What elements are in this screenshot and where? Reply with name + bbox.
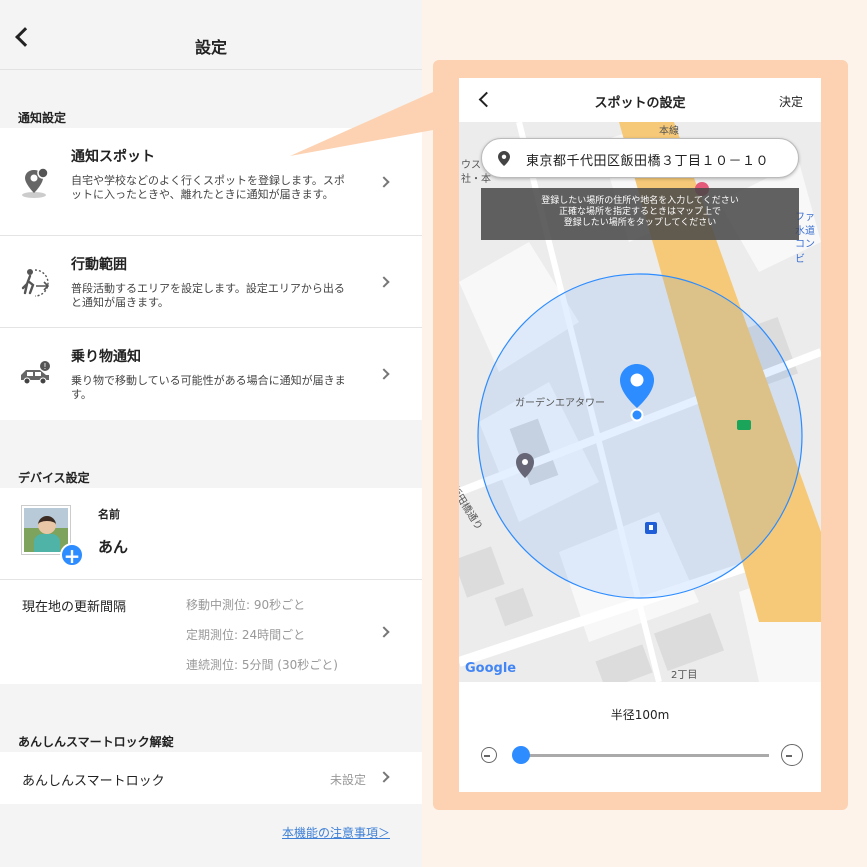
notification-card: 通知スポット 自宅や学校などのよく行くスポットを登録します。スポットに入ったとき… [0,128,422,420]
update-interval-label: 現在地の更新間隔 [22,600,127,615]
vehicle-notify-desc: 乗り物で移動している可能性がある場合に通知が届きます。 [71,374,346,401]
settings-panel: 設定 通知設定 通知スポット 自宅や学校などのよく行くスポットを登録します。スポ… [0,0,422,867]
add-photo-icon[interactable]: + [60,543,84,567]
chevron-right-icon [378,771,390,783]
action-range-desc: 普段活動するエリアを設定します。設定エリアから出ると通知が届きます。 [71,282,345,309]
radius-slider-track[interactable] [513,754,769,757]
notify-spot-row[interactable]: 通知スポット 自宅や学校などのよく行くスポットを登録します。スポットに入ったとき… [0,128,422,236]
page-title: 設定 [194,38,227,57]
notify-spot-title: 通知スポット [71,149,155,165]
radius-slider-knob[interactable] [512,746,530,764]
smartlock-card: あんしんスマートロック 未設定 [0,752,422,804]
google-logo: Google [465,661,517,676]
update-continuous-value: 連続測位: 5分間 (30秒ごと) [186,658,338,672]
spot-setting-screen: スポットの設定 決定 ガーデンエアタワー 飯田橋通り 2丁目 ファ 水道 コンビ… [459,78,821,792]
device-name: あん [98,538,129,556]
map-view[interactable]: ガーデンエアタワー 飯田橋通り 2丁目 ファ 水道 コンビ ウス 社・本 本線 … [459,122,821,682]
smartlock-status: 未設定 [329,773,366,787]
chevron-right-icon [378,176,390,188]
action-range-row[interactable]: 行動範囲 普段活動するエリアを設定します。設定エリアから出ると通知が届きます。 [0,236,422,328]
update-interval-row[interactable]: 現在地の更新間隔 移動中測位: 90秒ごと 定期測位: 24時間ごと 連続測位:… [0,580,422,684]
section-header-smartlock: あんしんスマートロック解錠 [18,735,174,749]
map-label-poi-4: ウス [461,160,481,171]
address-search-input[interactable]: 東京都千代田区飯田橋３丁目１０－１０ [481,138,799,178]
chevron-right-icon [378,368,390,380]
svg-text:!: ! [43,362,46,371]
map-pin-icon [22,167,49,198]
zoom-out-icon[interactable] [481,747,497,763]
spot-title: スポットの設定 [594,96,686,111]
device-card: 名前 あん 現在地の更新間隔 移動中測位: 90秒ごと 定期測位: 24時間ごと… [0,488,422,684]
chevron-right-icon [378,626,390,638]
settings-header: 設定 [0,0,422,70]
radius-label: 半径100m [610,708,670,722]
name-label: 名前 [98,508,120,521]
chevron-right-icon [378,276,390,288]
walking-range-icon [21,269,50,297]
section-header-notification: 通知設定 [18,111,67,125]
map-label-building: ガーデンエアタワー [515,398,605,409]
done-button[interactable]: 決定 [779,93,803,110]
zoom-in-icon[interactable] [781,744,803,766]
map-label-district: 2丁目 [671,670,698,681]
smartlock-label: あんしんスマートロック [22,774,165,789]
map-label-poi-6: 本線 [659,126,679,137]
map-hint-tooltip: 登録したい場所の住所や地名を入力してください 正確な場所を指定するときはマップ上… [481,188,799,240]
notice-link[interactable]: 本機能の注意事項＞ [282,824,390,841]
smartlock-row[interactable]: あんしんスマートロック 未設定 [0,752,422,804]
vehicle-notify-title: 乗り物通知 [71,349,141,365]
address-text: 東京都千代田区飯田橋３丁目１０－１０ [526,154,770,169]
location-pin-icon [498,151,510,166]
update-periodic-value: 定期測位: 24時間ごと [186,628,306,642]
update-moving-value: 移動中測位: 90秒ごと [186,598,306,612]
vehicle-notify-row[interactable]: ! 乗り物通知 乗り物で移動している可能性がある場合に通知が届きます。 [0,328,422,420]
action-range-title: 行動範囲 [71,257,127,273]
car-icon: ! [21,361,50,385]
notify-spot-desc: 自宅や学校などのよく行くスポットを登録します。スポットに入ったときや、離れたとき… [71,174,345,201]
radius-panel: 半径100m [459,682,821,792]
spot-header: スポットの設定 決定 [459,78,821,122]
section-header-device: デバイス設定 [18,471,90,485]
